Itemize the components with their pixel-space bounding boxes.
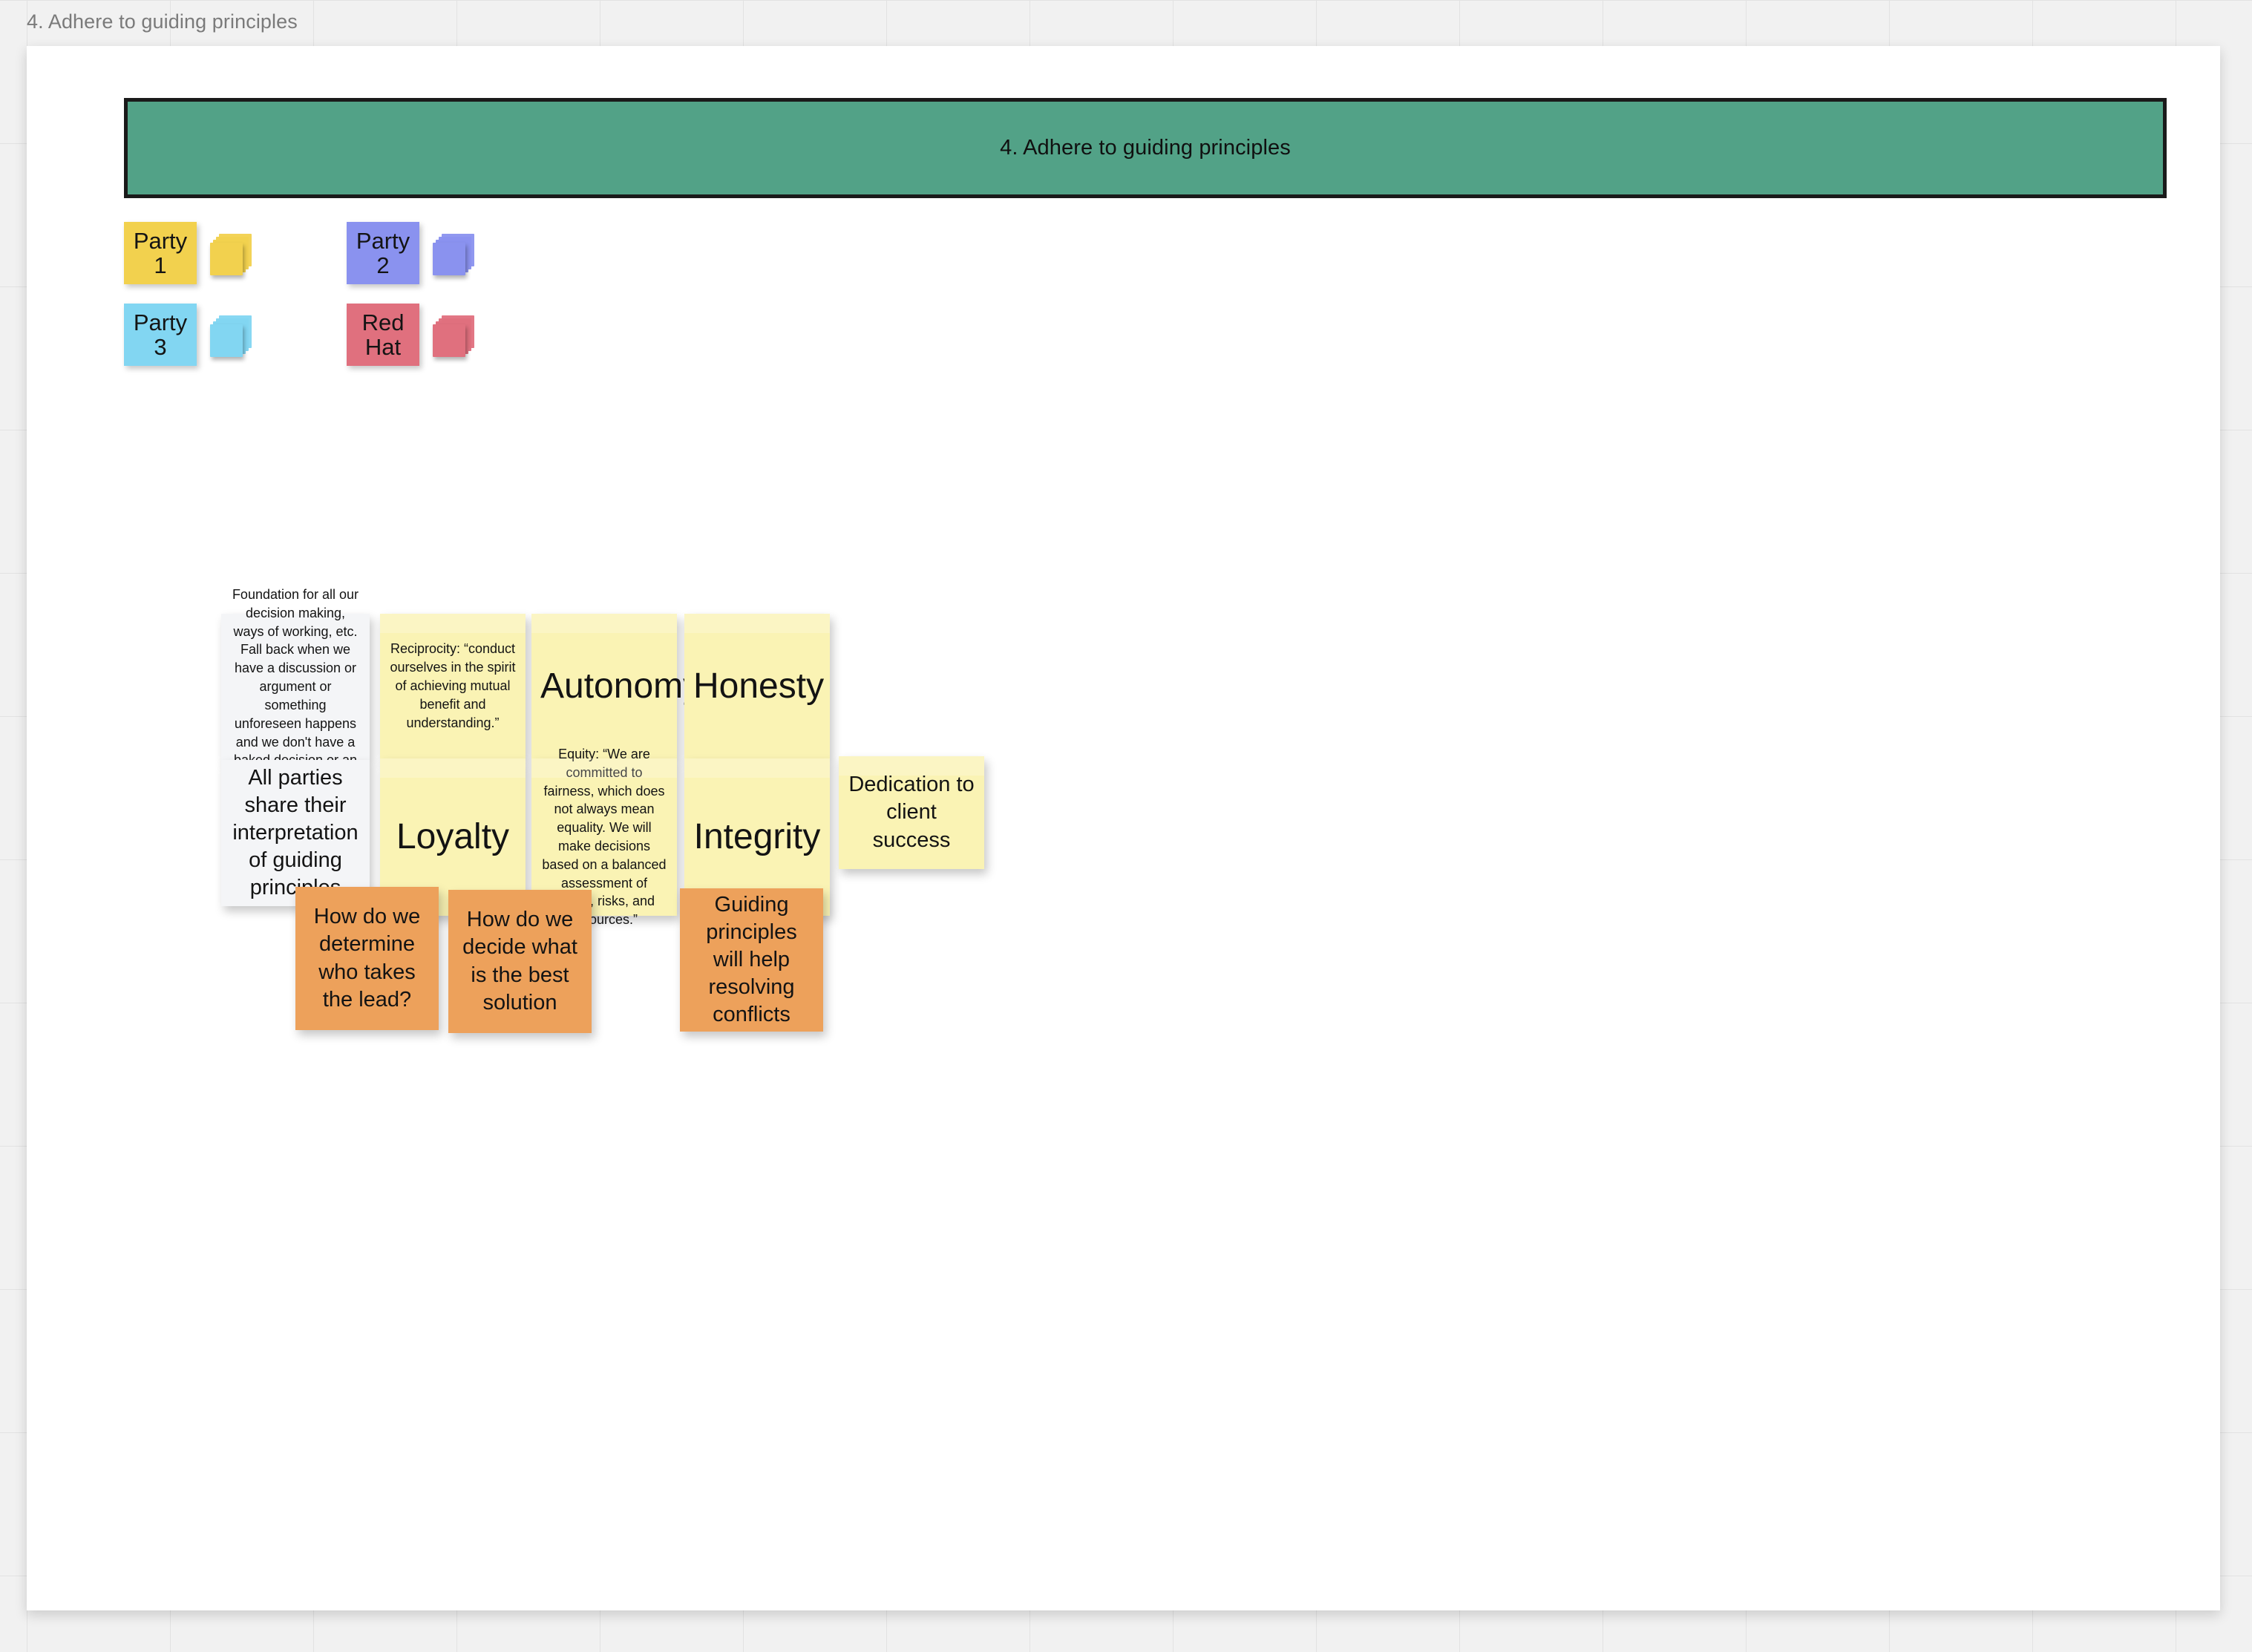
legend-note-party-2-label: Party 2	[347, 229, 419, 278]
sticky-note-autonomy[interactable]: Autonomy	[531, 614, 677, 758]
sticky-note-loyalty-text: Loyalty	[389, 816, 517, 857]
legend-stack-party-1[interactable]	[210, 234, 252, 275]
sticky-note-all-parties-share[interactable]: All parties share their interpretation o…	[221, 760, 370, 906]
frame-title-label[interactable]: 4. Adhere to guiding principles	[27, 10, 298, 33]
sticky-note-best-solution[interactable]: How do we decide what is the best soluti…	[448, 890, 592, 1033]
legend-note-party-1[interactable]: Party 1	[124, 222, 197, 284]
sticky-note-resolving-conflicts[interactable]: Guiding principles will help resolving c…	[680, 888, 823, 1032]
legend-stack-red-hat[interactable]	[433, 315, 474, 357]
legend-note-party-2[interactable]: Party 2	[347, 222, 419, 284]
sticky-note-best-solution-text: How do we decide what is the best soluti…	[457, 906, 583, 1016]
legend-note-party-3-label: Party 3	[124, 310, 197, 360]
sticky-note-who-takes-lead-text: How do we determine who takes the lead?	[304, 903, 430, 1013]
sticky-note-integrity-text: Integrity	[693, 816, 821, 857]
legend-note-party-3[interactable]: Party 3	[124, 304, 197, 366]
sticky-note-dedication-text: Dedication to client success	[848, 771, 975, 853]
section-banner-text: 4. Adhere to guiding principles	[1000, 136, 1291, 160]
section-banner[interactable]: 4. Adhere to guiding principles	[124, 98, 2167, 198]
sticky-note-all-parties-share-text: All parties share their interpretation o…	[230, 764, 361, 902]
sticky-note-who-takes-lead[interactable]: How do we determine who takes the lead?	[295, 887, 439, 1030]
sticky-note-reciprocity-text: Reciprocity: “conduct ourselves in the s…	[389, 640, 517, 732]
sticky-note-foundation[interactable]: Foundation for all our decision making, …	[221, 614, 370, 760]
sticky-note-autonomy-text: Autonomy	[540, 666, 668, 707]
sticky-note-honesty-text: Honesty	[693, 666, 821, 707]
sticky-note-foundation-text: Foundation for all our decision making, …	[230, 586, 361, 788]
legend-stack-party-2[interactable]	[433, 234, 474, 275]
legend-note-party-1-label: Party 1	[124, 229, 197, 278]
legend-stack-party-3[interactable]	[210, 315, 252, 357]
sticky-note-reciprocity[interactable]: Reciprocity: “conduct ourselves in the s…	[380, 614, 526, 758]
sticky-note-dedication[interactable]: Dedication to client success	[839, 756, 984, 869]
legend-note-red-hat[interactable]: Red Hat	[347, 304, 419, 366]
frame-canvas[interactable]: 4. Adhere to guiding principles Party 1 …	[27, 46, 2220, 1610]
legend-note-red-hat-label: Red Hat	[347, 310, 419, 360]
sticky-note-honesty[interactable]: Honesty	[684, 614, 830, 758]
sticky-note-resolving-conflicts-text: Guiding principles will help resolving c…	[689, 891, 814, 1029]
